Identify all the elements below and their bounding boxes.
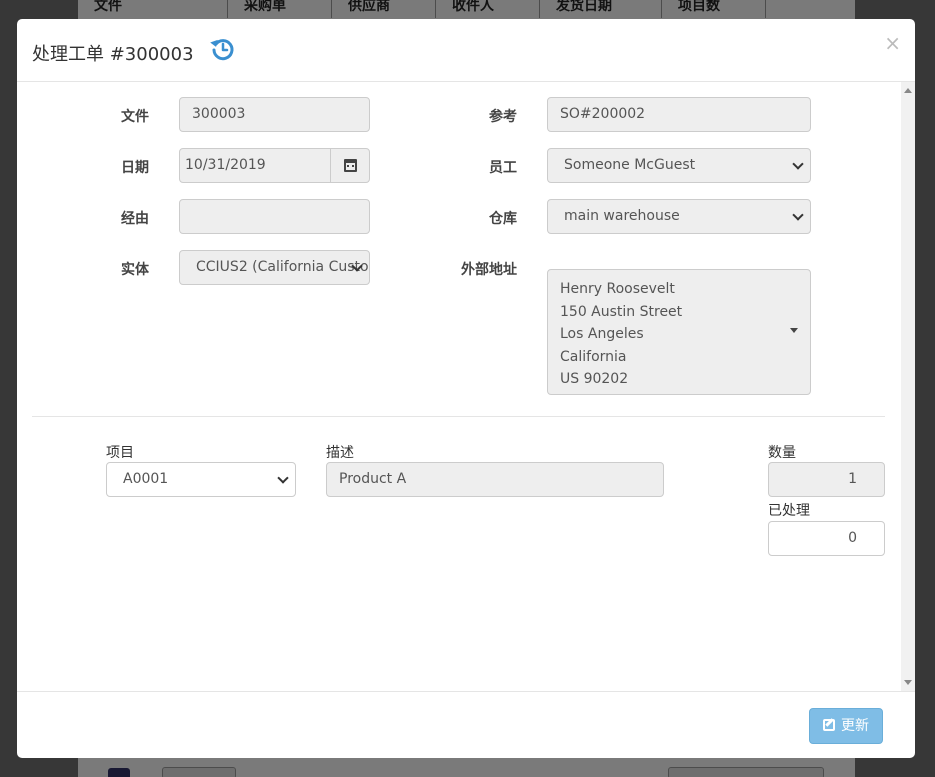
- warehouse-select-value: main warehouse: [564, 208, 680, 224]
- date-picker-button[interactable]: [330, 148, 370, 183]
- description-field[interactable]: Product A: [326, 462, 664, 497]
- address-line: Henry Roosevelt: [560, 281, 675, 297]
- close-button[interactable]: ×: [884, 33, 901, 53]
- modal-title: 处理工单 #300003: [32, 44, 194, 65]
- address-line: 150 Austin Street: [560, 303, 683, 320]
- reference-field[interactable]: SO#200002: [547, 97, 811, 132]
- address-line: Los Angeles: [560, 326, 644, 342]
- entity-select[interactable]: CCIUS2 (California Customer): [179, 250, 370, 285]
- date-field[interactable]: 10/31/2019: [179, 148, 332, 183]
- item-select-value: A0001: [123, 471, 169, 487]
- processed-input[interactable]: 0: [768, 521, 885, 556]
- document-field[interactable]: 300003: [179, 97, 370, 132]
- reference-label: 参考: [489, 109, 517, 125]
- scroll-up-icon[interactable]: [904, 88, 912, 93]
- modal-header: 处理工单 #300003 ×: [17, 19, 915, 82]
- entity-label: 实体: [121, 262, 149, 278]
- quantity-field[interactable]: 1: [768, 462, 885, 497]
- entity-select-value: CCIUS2 (California Customer): [196, 259, 369, 275]
- address-line: California: [560, 348, 627, 365]
- item-select[interactable]: A0001: [106, 462, 296, 497]
- document-label: 文件: [121, 109, 149, 125]
- date-label: 日期: [121, 160, 149, 176]
- caret-down-icon: [790, 328, 798, 333]
- scroll-down-icon[interactable]: [904, 680, 912, 685]
- update-button-label: 更新: [841, 718, 869, 734]
- history-icon[interactable]: [209, 35, 237, 63]
- edit-icon: [823, 719, 835, 731]
- employee-select-value: Someone McGuest: [564, 157, 696, 173]
- section-divider: [32, 416, 885, 417]
- warehouse-select[interactable]: main warehouse: [547, 199, 811, 234]
- modal-footer: 更新: [17, 691, 915, 758]
- chevron-down-icon: [792, 157, 804, 170]
- calendar-icon: [344, 159, 357, 172]
- process-order-modal: 处理工单 #300003 × 文件 300003 日期 10/31/2019 经…: [17, 19, 915, 758]
- external-address-label: 外部地址: [461, 262, 517, 278]
- warehouse-label: 仓库: [489, 211, 517, 227]
- chevron-down-icon: [792, 208, 804, 221]
- processed-label: 已处理: [768, 503, 810, 519]
- update-button[interactable]: 更新: [809, 708, 883, 744]
- via-label: 经由: [121, 211, 149, 227]
- modal-body: 文件 300003 日期 10/31/2019 经由 实体 CCIUS2 (Ca…: [17, 82, 901, 691]
- employee-label: 员工: [489, 160, 517, 176]
- modal-scrollbar[interactable]: [901, 82, 915, 691]
- via-field[interactable]: [179, 199, 370, 234]
- external-address-select[interactable]: Henry Roosevelt 150 Austin Street Los An…: [547, 269, 811, 395]
- address-line: US 90202: [560, 371, 629, 387]
- item-label: 项目: [106, 445, 134, 461]
- quantity-label: 数量: [768, 445, 796, 461]
- chevron-down-icon: [277, 471, 289, 484]
- description-label: 描述: [326, 445, 354, 461]
- employee-select[interactable]: Someone McGuest: [547, 148, 811, 183]
